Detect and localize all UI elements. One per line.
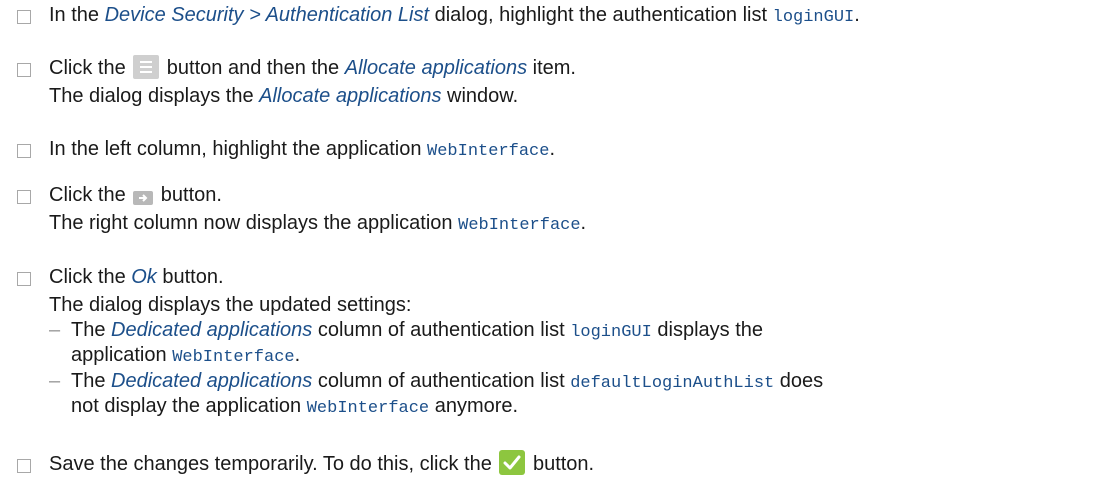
text: The — [71, 319, 112, 341]
text: not display the application — [71, 395, 307, 417]
text: button. — [156, 266, 224, 288]
bullet-item: – The Dedicated applications column of au… — [49, 318, 763, 345]
text: column of authentication list — [312, 370, 571, 392]
text: column of authentication list — [312, 319, 571, 341]
step-checkbox[interactable] — [17, 144, 31, 158]
bullet-item-continued: application WebInterface. — [71, 343, 300, 370]
code-term: WebInterface — [458, 216, 581, 235]
text: anymore. — [429, 395, 519, 417]
text: Click the — [49, 266, 132, 288]
step-checkbox[interactable] — [17, 10, 31, 24]
step-checkbox[interactable] — [17, 459, 31, 473]
ui-reference: Dedicated applications — [111, 319, 313, 341]
text: Click the — [49, 57, 132, 79]
text: button and then the — [161, 57, 345, 79]
text: does — [774, 370, 824, 392]
text: Click the — [49, 184, 132, 206]
bullet-item-continued: not display the application WebInterface… — [71, 394, 518, 421]
code-term: WebInterface — [427, 142, 550, 161]
text: item. — [527, 57, 576, 79]
dash: – — [49, 319, 61, 341]
step-text: Click the Ok button. — [49, 265, 224, 289]
text: application — [71, 344, 173, 366]
code-term: loginGUI — [570, 323, 652, 342]
text: The dialog displays the — [49, 85, 260, 107]
step-text: Save the changes temporarily. To do this… — [49, 450, 595, 477]
text: The right column now displays the applic… — [49, 212, 459, 234]
text: . — [294, 344, 301, 366]
ui-reference: Ok — [131, 266, 157, 288]
step-text: In the left column, highlight the applic… — [49, 137, 555, 164]
arrow-right-icon — [133, 190, 154, 205]
text: button. — [155, 184, 222, 206]
text: The — [71, 370, 112, 392]
step-checkbox[interactable] — [17, 63, 31, 77]
text: displays the — [651, 319, 763, 341]
bullet-item: – The Dedicated applications column of au… — [49, 369, 823, 396]
step-result: The dialog displays the Allocate applica… — [49, 84, 518, 108]
menu-icon — [133, 54, 160, 79]
code-term: WebInterface — [172, 348, 295, 367]
text: dialog, highlight the authentication lis… — [429, 4, 773, 26]
ui-reference: Allocate applications — [344, 57, 528, 79]
ui-reference: Allocate applications — [259, 85, 442, 107]
step-result: The right column now displays the applic… — [49, 211, 586, 238]
dash: – — [49, 370, 61, 392]
step-checkbox[interactable] — [17, 272, 31, 286]
code-term: loginGUI — [772, 8, 855, 27]
ui-reference: Device Security > Authentication List — [104, 4, 430, 26]
text: button. — [527, 453, 595, 475]
text: In the — [49, 4, 105, 26]
step-text: Click the button. — [49, 183, 222, 207]
text: In the left column, highlight the applic… — [49, 138, 428, 160]
step-text: In the Device Security > Authentication … — [49, 3, 860, 30]
text: Save the changes temporarily. To do this… — [49, 453, 498, 475]
ui-reference: Dedicated applications — [111, 370, 313, 392]
text: window. — [441, 85, 519, 107]
code-term: WebInterface — [306, 399, 430, 418]
text: . — [549, 138, 556, 160]
text: . — [854, 4, 860, 26]
checkmark-icon — [499, 450, 526, 476]
code-term: defaultLoginAuthList — [570, 374, 775, 393]
text: . — [580, 212, 587, 234]
step-text: Click the button and then the Allocate a… — [49, 54, 576, 81]
step-result: The dialog displays the updated settings… — [49, 294, 412, 316]
step-checkbox[interactable] — [17, 190, 31, 204]
